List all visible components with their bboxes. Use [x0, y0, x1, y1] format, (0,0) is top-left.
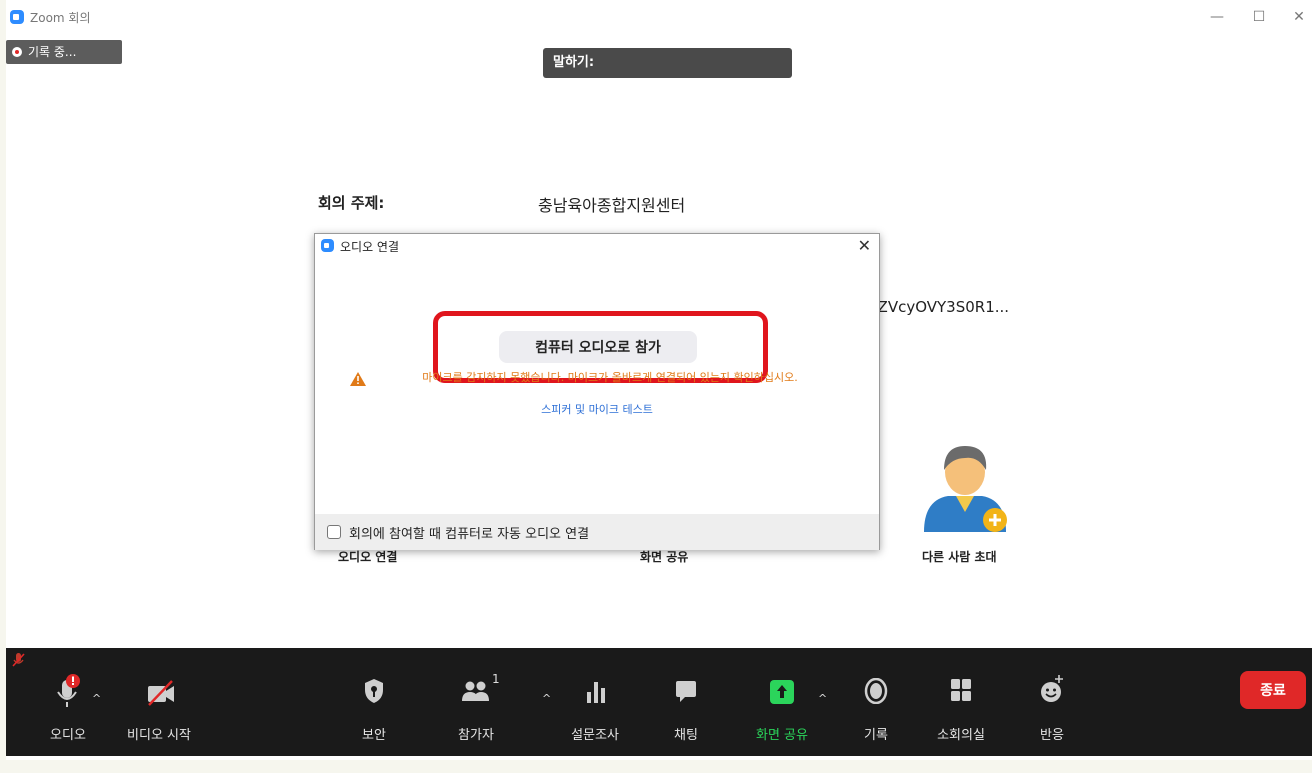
meeting-topic-value: 충남육아종합지원센터 — [538, 196, 686, 215]
no-microphone-warning: 마이크를 감지하지 못했습니다. 마이크가 올바르게 연결되어 있는지 확인하십… — [422, 371, 798, 384]
recording-label: 기록 중... — [28, 45, 77, 59]
recording-dot-icon — [12, 47, 22, 57]
toolbar-record-label: 기록 — [864, 728, 888, 743]
audio-connect-label[interactable]: 오디오 연결 — [338, 548, 397, 565]
talking-label: 말하기: — [553, 55, 595, 70]
participants-options-caret[interactable]: ^ — [542, 692, 551, 705]
mic-muted-icon — [57, 674, 80, 707]
muted-mic-small-icon — [12, 653, 25, 667]
invite-person-icon[interactable] — [918, 440, 1012, 540]
zoom-window: Zoom 회의 — ☐ ✕ 기록 중... 말하기: 회의 주제: 충남육아종합… — [6, 0, 1312, 760]
dialog-header: 오디오 연결 ✕ — [315, 234, 879, 258]
invite-others-label[interactable]: 다른 사람 초대 — [922, 548, 997, 565]
end-meeting-button[interactable]: 종료 — [1240, 671, 1306, 709]
close-window-button[interactable]: ✕ — [1284, 6, 1312, 28]
toolbar-breakout-button[interactable]: 소회의실 — [930, 668, 992, 744]
toolbar-participants-button[interactable]: 1 참가자 — [446, 668, 506, 744]
shield-icon — [365, 679, 383, 703]
share-screen-icon — [770, 680, 794, 704]
dialog-title: 오디오 연결 — [340, 240, 400, 254]
toolbar-share-screen-label: 화면 공유 — [756, 728, 808, 743]
toolbar-audio-label: 오디오 — [50, 728, 86, 743]
toolbar-reactions-label: 반응 — [1040, 728, 1064, 743]
toolbar-video-button[interactable]: 비디오 시작 — [116, 668, 202, 744]
title-bar: Zoom 회의 — ☐ ✕ — [6, 0, 1312, 36]
participant-count: 1 — [492, 672, 500, 686]
reaction-icon — [1041, 675, 1063, 702]
recording-badge[interactable]: 기록 중... — [6, 40, 122, 64]
breakout-icon — [951, 679, 971, 701]
share-options-caret[interactable]: ^ — [818, 692, 827, 705]
audio-options-caret[interactable]: ^ — [92, 692, 101, 705]
toolbar-record-button[interactable]: 기록 — [856, 668, 896, 744]
invite-url-text: 1ZVcyOVY3S0R1... — [868, 298, 1010, 316]
toolbar-chat-button[interactable]: 채팅 — [666, 668, 706, 744]
toolbar-participants-label: 참가자 — [458, 728, 494, 743]
dialog-footer: 회의에 참여할 때 컴퓨터로 자동 오디오 연결 — [315, 514, 879, 550]
poll-icon — [587, 682, 605, 703]
talking-indicator: 말하기: — [543, 48, 792, 78]
share-screen-label[interactable]: 화면 공유 — [640, 548, 688, 565]
toolbar-audio-button[interactable]: 오디오 — [38, 668, 98, 744]
video-off-icon — [148, 680, 174, 706]
participants-icon — [462, 681, 489, 701]
toolbar-polls-button[interactable]: 설문조사 — [560, 668, 630, 744]
toolbar-reactions-button[interactable]: 반응 — [1032, 668, 1072, 744]
maximize-button[interactable]: ☐ — [1244, 6, 1274, 28]
dialog-close-icon[interactable]: ✕ — [858, 236, 871, 255]
auto-join-audio-checkbox[interactable] — [327, 525, 341, 539]
toolbar-polls-label: 설문조사 — [571, 728, 619, 743]
toolbar-share-screen-button[interactable]: 화면 공유 — [750, 668, 814, 744]
zoom-logo-icon — [321, 239, 334, 252]
zoom-logo-icon — [10, 10, 24, 24]
audio-connect-dialog: 오디오 연결 ✕ 컴퓨터 오디오로 참가 마이크를 감지하지 못했습니다. 마이… — [314, 233, 880, 550]
window-title: Zoom 회의 — [30, 11, 91, 25]
minimize-button[interactable]: — — [1202, 6, 1232, 28]
test-speaker-mic-link[interactable]: 스피커 및 마이크 테스트 — [315, 401, 879, 417]
toolbar-chat-label: 채팅 — [674, 728, 698, 743]
auto-join-audio-label[interactable]: 회의에 참여할 때 컴퓨터로 자동 오디오 연결 — [349, 523, 589, 542]
record-icon — [864, 678, 888, 704]
meeting-toolbar: 오디오 ^ 비디오 시작 보안 1 참가자 ^ 설문조사 채팅 화면 공유 ^ … — [6, 648, 1312, 756]
meeting-topic-label: 회의 주제: — [318, 194, 385, 212]
chat-icon — [676, 681, 696, 702]
toolbar-security-label: 보안 — [362, 728, 386, 743]
toolbar-video-label: 비디오 시작 — [127, 728, 191, 743]
warning-icon — [350, 372, 366, 386]
toolbar-security-button[interactable]: 보안 — [354, 668, 394, 744]
toolbar-breakout-label: 소회의실 — [937, 728, 985, 743]
